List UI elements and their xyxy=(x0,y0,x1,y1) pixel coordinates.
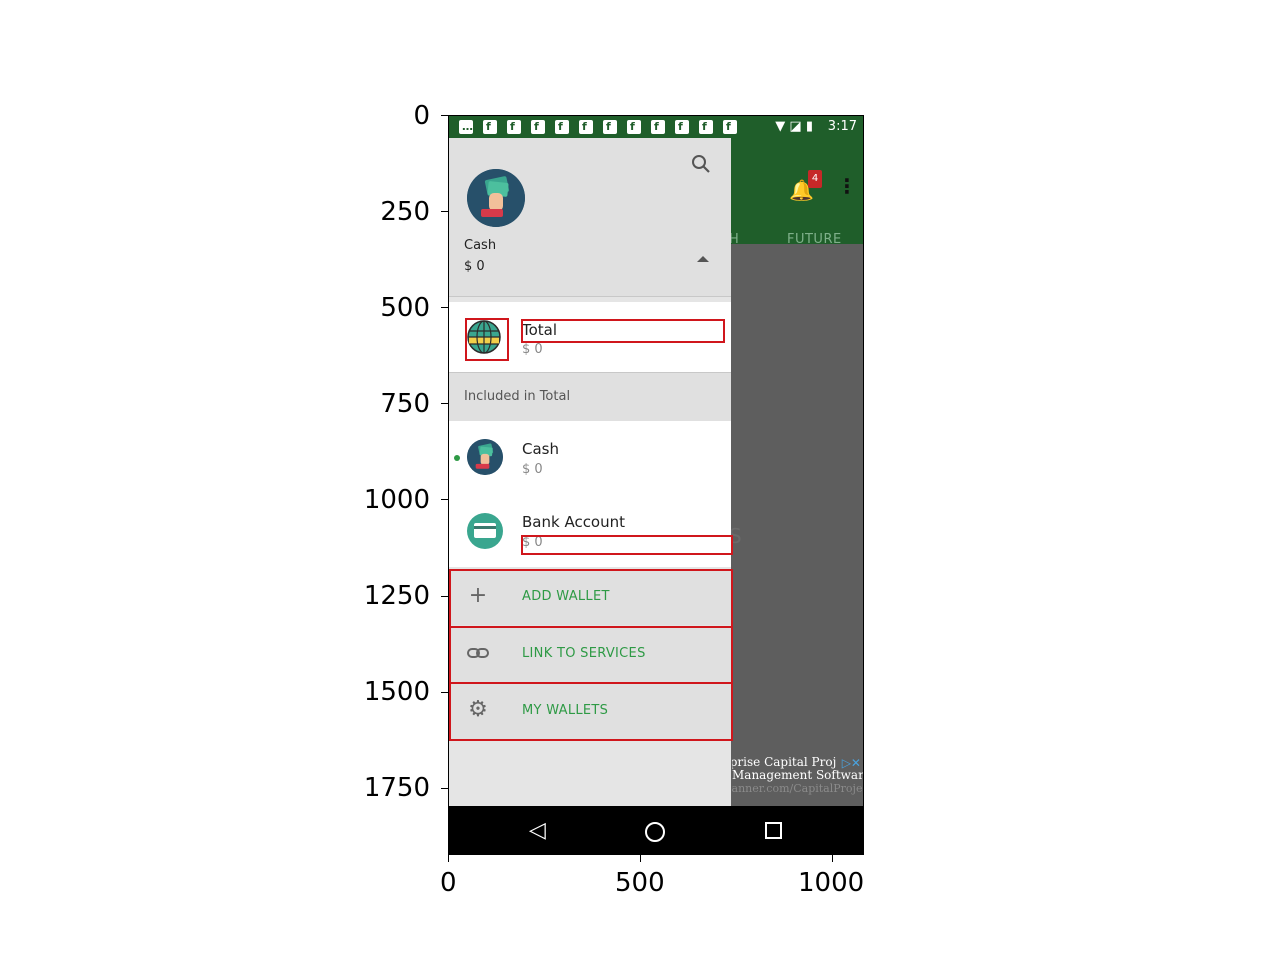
back-icon[interactable]: ◁ xyxy=(529,818,546,843)
facebook-icon: f xyxy=(675,120,689,134)
status-time: 3:17 xyxy=(827,119,857,134)
y-tick-label: 1500 xyxy=(363,677,430,707)
y-tick-mark xyxy=(441,403,448,404)
ad-choices-icon[interactable]: ▷✕ xyxy=(842,756,861,770)
x-tick-label: 500 xyxy=(615,868,665,898)
y-tick-mark xyxy=(441,499,448,500)
facebook-icon: f xyxy=(555,120,569,134)
message-notification-icon: … xyxy=(459,120,473,134)
home-icon[interactable] xyxy=(645,822,665,842)
wallet-item-bank-account[interactable]: Bank Account $ 0 xyxy=(449,495,731,567)
tab-future[interactable]: FUTURE xyxy=(787,232,842,247)
header-wallet-name: Cash xyxy=(464,238,497,253)
cash-wallet-icon xyxy=(467,169,525,227)
x-tick-label: 1000 xyxy=(798,868,865,898)
wallet-balance: $ 0 xyxy=(522,462,543,477)
y-tick-label: 1750 xyxy=(363,773,430,803)
facebook-icon: f xyxy=(651,120,665,134)
wallet-item-cash[interactable]: Cash $ 0 xyxy=(449,421,731,493)
highlight-box xyxy=(465,318,509,361)
status-bar: … f f f f f f f f f f f ▼ ◪ ▮ 3:17 xyxy=(449,116,863,138)
y-tick-mark xyxy=(441,596,448,597)
highlight-box xyxy=(449,569,733,628)
wallet-name: Cash xyxy=(522,440,559,458)
total-balance: $ 0 xyxy=(522,342,543,357)
y-tick-mark xyxy=(441,307,448,308)
y-tick-mark xyxy=(441,788,448,789)
x-tick-mark xyxy=(832,855,833,862)
drawer-header: Cash $ 0 xyxy=(449,138,731,297)
system-nav-bar: ◁ xyxy=(449,806,863,854)
search-icon[interactable] xyxy=(691,154,711,174)
y-tick-mark xyxy=(441,211,448,212)
highlight-box xyxy=(449,626,733,684)
ad-line: Management Software xyxy=(732,768,864,782)
facebook-icon: f xyxy=(483,120,497,134)
x-tick-mark xyxy=(448,855,449,862)
facebook-icon: f xyxy=(723,120,737,134)
wallet-name: Bank Account xyxy=(522,513,626,531)
signal-battery-icons: ▼ ◪ ▮ xyxy=(775,119,813,134)
y-tick-label: 500 xyxy=(380,293,430,323)
facebook-icon: f xyxy=(507,120,521,134)
phone-screen: … f f f f f f f f f f f ▼ ◪ ▮ 3:17 🔔 4 ⋮… xyxy=(448,115,864,855)
facebook-icon: f xyxy=(627,120,641,134)
cash-wallet-icon xyxy=(467,439,503,475)
y-tick-mark xyxy=(441,692,448,693)
cash-wallet-avatar[interactable] xyxy=(467,169,525,227)
y-tick-label: 1250 xyxy=(363,581,430,611)
x-tick-mark xyxy=(640,855,641,862)
highlight-box xyxy=(449,682,733,741)
y-tick-label: 0 xyxy=(413,101,430,131)
bank-card-icon xyxy=(467,513,503,549)
recent-apps-icon[interactable] xyxy=(765,822,782,839)
ad-line: lanner.com/CapitalProject xyxy=(732,782,864,795)
y-tick-label: 1000 xyxy=(363,485,430,515)
notification-badge: 4 xyxy=(808,170,822,188)
facebook-icon: f xyxy=(699,120,713,134)
more-options-icon[interactable]: ⋮ xyxy=(837,174,857,198)
highlight-box xyxy=(521,319,725,343)
y-tick-label: 250 xyxy=(380,197,430,227)
facebook-icon: f xyxy=(603,120,617,134)
active-wallet-dot xyxy=(454,455,460,461)
section-title: Included in Total xyxy=(464,389,571,404)
caret-up-icon[interactable] xyxy=(697,256,709,262)
section-header: Included in Total xyxy=(449,373,731,421)
y-tick-label: 750 xyxy=(380,389,430,419)
x-tick-label: 0 xyxy=(440,868,457,898)
y-tick-mark xyxy=(441,115,448,116)
facebook-icon: f xyxy=(579,120,593,134)
highlight-box xyxy=(521,535,733,555)
header-wallet-balance: $ 0 xyxy=(464,259,485,274)
facebook-icon: f xyxy=(531,120,545,134)
